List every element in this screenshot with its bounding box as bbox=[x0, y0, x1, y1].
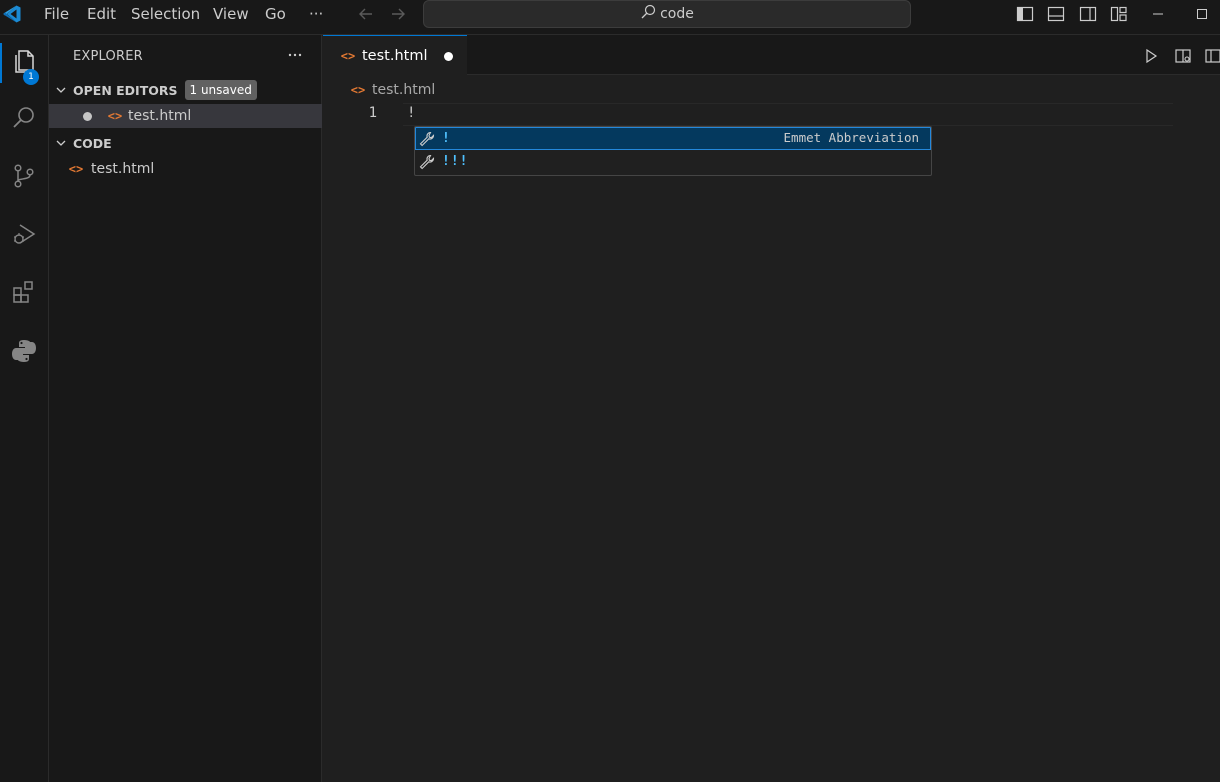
line-number: 1 bbox=[368, 105, 377, 121]
suggestion-detail: Emmet Abbreviation bbox=[783, 130, 919, 145]
vscode-window: File Edit Selection View Go ··· code 1 E… bbox=[0, 0, 1220, 782]
html-file-icon: <> bbox=[68, 162, 84, 176]
maximize-icon[interactable] bbox=[1193, 5, 1211, 23]
unsaved-dot-icon[interactable] bbox=[444, 52, 453, 61]
search-icon bbox=[10, 104, 38, 136]
suggestion-item[interactable]: ! Emmet Abbreviation bbox=[415, 127, 931, 150]
search-label: code bbox=[660, 6, 694, 22]
explorer-activity[interactable]: 1 bbox=[0, 39, 48, 87]
unsaved-badge: 1 unsaved bbox=[184, 80, 257, 100]
run-icon[interactable] bbox=[1142, 47, 1160, 65]
source-control-activity[interactable] bbox=[0, 154, 48, 202]
editor-tab-bar: <> test.html bbox=[323, 35, 1220, 75]
command-center-search[interactable]: code bbox=[423, 0, 911, 28]
toggle-panel-icon[interactable] bbox=[1047, 5, 1065, 23]
menu-view[interactable]: View bbox=[213, 4, 249, 24]
toggle-primary-sidebar-icon[interactable] bbox=[1016, 5, 1034, 23]
run-debug-activity[interactable] bbox=[0, 212, 48, 260]
tab-test-html[interactable]: <> test.html bbox=[323, 35, 467, 75]
breadcrumb[interactable]: <> test.html bbox=[347, 80, 435, 100]
folder-filename: test.html bbox=[91, 161, 155, 177]
explorer-sidebar: EXPLORER OPEN EDITORS 1 unsaved <> test.… bbox=[49, 35, 322, 782]
customize-layout-icon[interactable] bbox=[1110, 5, 1128, 23]
open-editors-header[interactable]: OPEN EDITORS 1 unsaved bbox=[49, 79, 322, 101]
split-editor-icon[interactable] bbox=[1204, 47, 1220, 65]
vscode-logo-icon bbox=[0, 0, 24, 28]
search-activity[interactable] bbox=[0, 96, 48, 144]
suggestion-item[interactable]: !!! bbox=[415, 150, 931, 173]
wrench-icon bbox=[415, 127, 439, 150]
toggle-secondary-sidebar-icon[interactable] bbox=[1079, 5, 1097, 23]
menu-file[interactable]: File bbox=[44, 4, 69, 24]
explorer-badge: 1 bbox=[23, 69, 39, 85]
minimize-icon[interactable] bbox=[1149, 5, 1167, 23]
code-line[interactable]: ! bbox=[407, 105, 415, 121]
python-icon bbox=[10, 337, 38, 369]
menu-edit[interactable]: Edit bbox=[87, 4, 116, 24]
open-editor-filename: test.html bbox=[128, 108, 192, 124]
chevron-down-icon bbox=[49, 79, 73, 101]
run-debug-icon bbox=[10, 220, 38, 252]
extensions-activity[interactable] bbox=[0, 270, 48, 318]
activity-bar: 1 bbox=[0, 35, 49, 782]
chevron-down-icon bbox=[49, 132, 73, 154]
open-editors-label: OPEN EDITORS bbox=[73, 82, 178, 98]
python-activity[interactable] bbox=[0, 329, 48, 377]
folder-file-item[interactable]: <> test.html bbox=[49, 157, 322, 181]
current-line-highlight bbox=[403, 103, 1173, 126]
editor-area[interactable]: <> test.html 1 ! ! Emmet Abbreviation !!… bbox=[323, 76, 1220, 782]
folder-label: CODE bbox=[73, 135, 112, 151]
search-icon bbox=[640, 4, 656, 24]
suggestion-label: !!! bbox=[442, 154, 469, 169]
html-file-icon: <> bbox=[340, 48, 356, 63]
more-actions-icon[interactable] bbox=[285, 45, 305, 65]
open-editor-item[interactable]: <> test.html bbox=[49, 104, 322, 128]
menu-go[interactable]: Go bbox=[265, 4, 286, 24]
menu-more[interactable]: ··· bbox=[309, 4, 323, 24]
html-file-icon: <> bbox=[107, 109, 123, 123]
forward-arrow-icon[interactable] bbox=[389, 5, 407, 23]
back-arrow-icon[interactable] bbox=[357, 5, 375, 23]
source-control-icon bbox=[10, 162, 38, 194]
breadcrumb-file[interactable]: test.html bbox=[372, 82, 435, 98]
folder-header[interactable]: CODE bbox=[49, 132, 322, 154]
wrench-icon bbox=[415, 150, 439, 173]
open-preview-icon[interactable] bbox=[1174, 47, 1192, 65]
tab-label: test.html bbox=[362, 47, 428, 64]
menu-selection[interactable]: Selection bbox=[131, 4, 200, 24]
sidebar-title: EXPLORER bbox=[73, 49, 143, 64]
title-bar: File Edit Selection View Go ··· code bbox=[0, 0, 1220, 35]
unsaved-dot-icon[interactable] bbox=[83, 111, 92, 121]
suggest-widget: ! Emmet Abbreviation !!! bbox=[414, 126, 932, 176]
extensions-icon bbox=[10, 278, 38, 310]
suggestion-label: ! bbox=[442, 131, 451, 146]
html-file-icon: <> bbox=[350, 83, 366, 97]
